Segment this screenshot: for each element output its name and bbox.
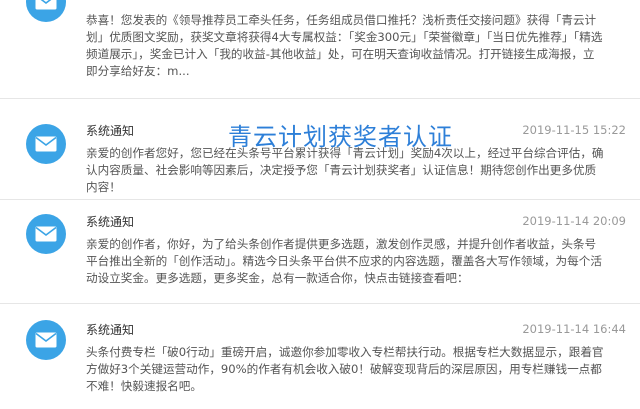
notification-body: 亲爱的创作者，你好，为了给头条创作者提供更多选题，激发创作灵感，并提升创作者收益…: [86, 237, 602, 285]
notification-avatar: [26, 214, 66, 254]
notification-item[interactable]: 系统通知 2019-11-14 16:44 头条付费专栏「破0行动」重磅开启，诚…: [0, 304, 640, 409]
notification-avatar: [26, 0, 66, 22]
notification-item[interactable]: 恭喜！您发表的《领导推荐员工牵头任务，任务组成员借口推托？浅析责任交接问题》获得…: [0, 0, 640, 100]
notification-title: 系统通知: [86, 215, 135, 229]
notification-title: 系统通知: [86, 323, 135, 337]
mail-icon: [35, 0, 57, 10]
notification-time: 2019-11-14 20:09: [522, 214, 626, 228]
notification-item[interactable]: 系统通知 2019-11-14 20:09 亲爱的创作者，你好，为了给头条创作者…: [0, 200, 640, 304]
mail-icon: [35, 226, 57, 242]
notification-time: 2019-11-14 16:44: [522, 322, 626, 336]
overlay-caption: 青云计划获奖者认证: [228, 123, 453, 151]
notification-list: 恭喜！您发表的《领导推荐员工牵头任务，任务组成员借口推托？浅析责任交接问题》获得…: [0, 0, 640, 409]
mail-icon: [35, 136, 57, 152]
notification-body: 恭喜！您发表的《领导推荐员工牵头任务，任务组成员借口推托？浅析责任交接问题》获得…: [86, 13, 603, 78]
mail-icon: [35, 332, 57, 348]
notification-avatar: [26, 124, 66, 164]
notification-body: 亲爱的创作者您好，您已经在头条号平台累计获得「青云计划」奖励4次以上，经过平台综…: [86, 146, 604, 194]
notification-time: 2019-11-15 15:22: [522, 123, 626, 137]
notification-body: 头条付费专栏「破0行动」重磅开启，诚邀你参加零收入专栏帮扶行动。根据专栏大数据显…: [86, 345, 604, 393]
notification-title: 系统通知: [86, 124, 135, 138]
notification-avatar: [26, 320, 66, 360]
